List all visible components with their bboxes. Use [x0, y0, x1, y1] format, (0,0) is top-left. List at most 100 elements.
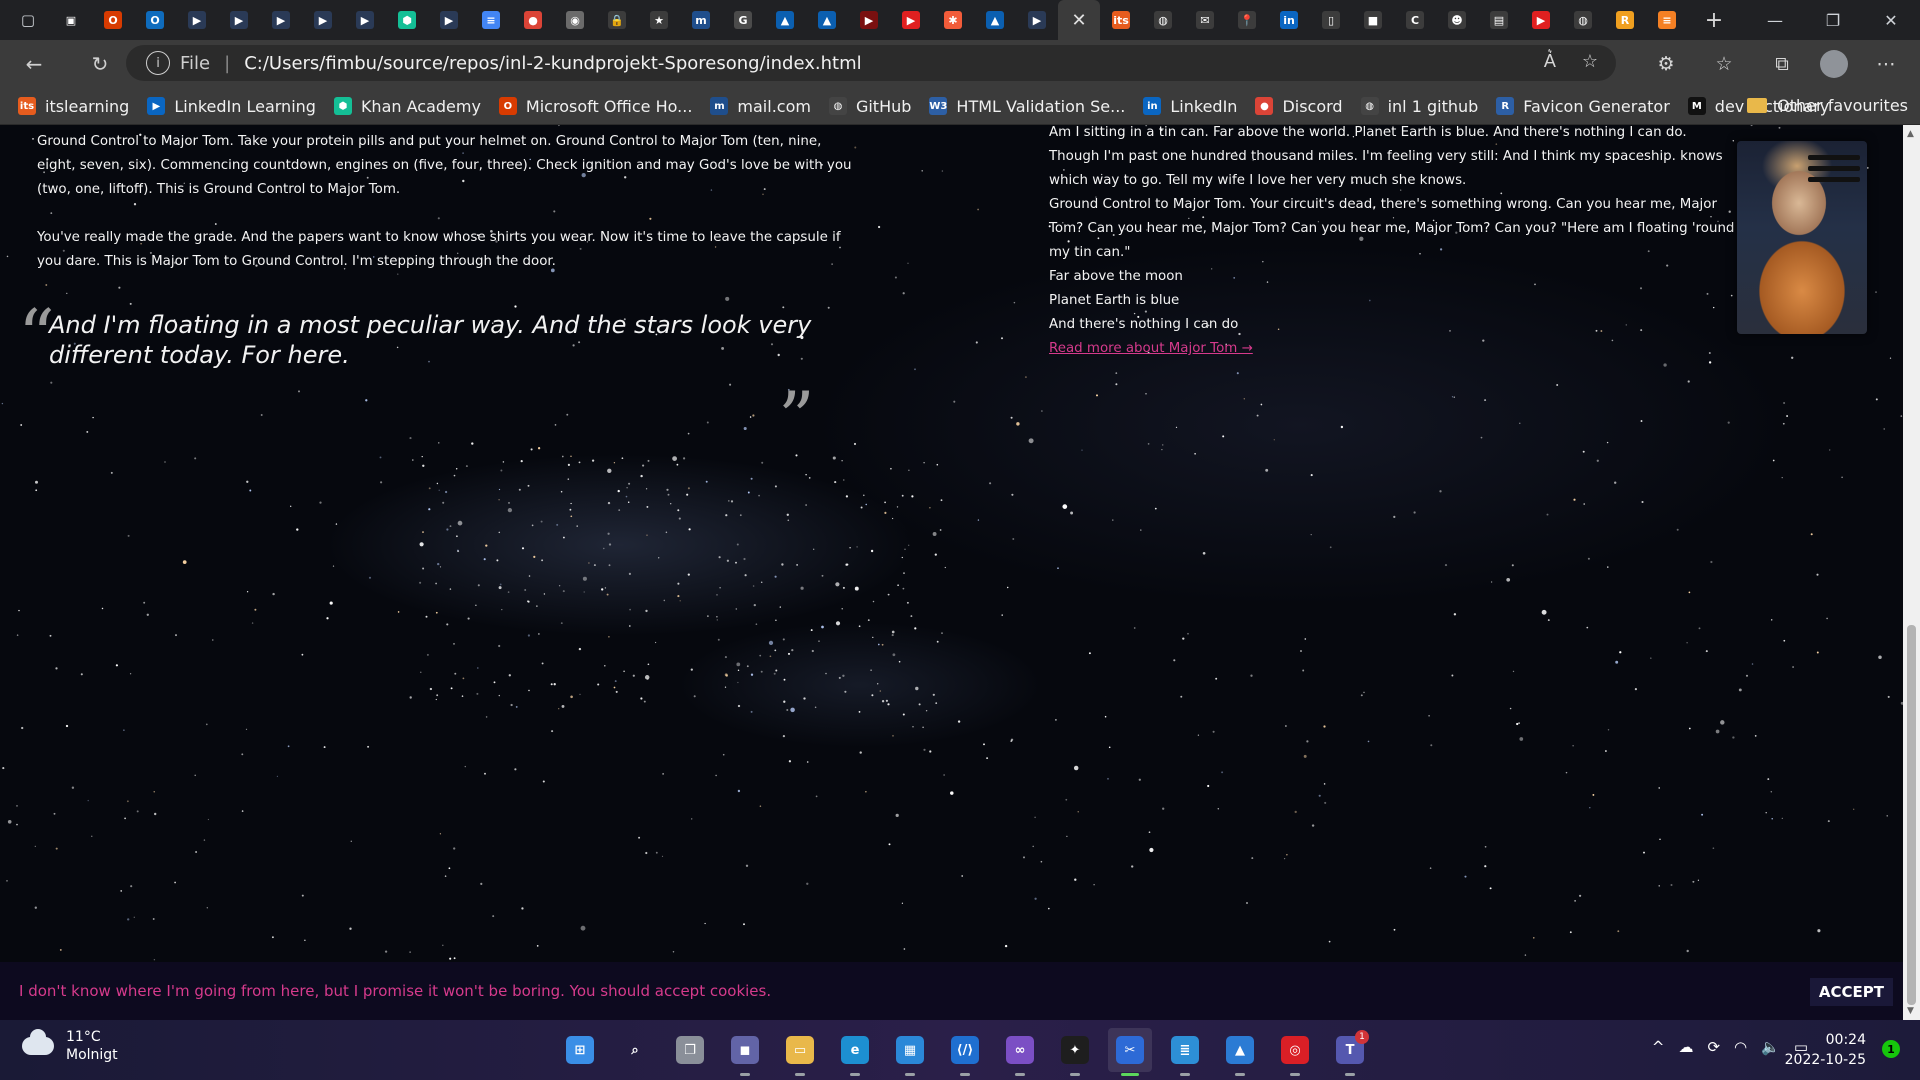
wifi-icon[interactable]: ◠	[1734, 1038, 1747, 1056]
browser-tab[interactable]: O	[134, 0, 176, 40]
weather-widget[interactable]: 11°C Molnigt	[22, 1028, 118, 1064]
browser-tab[interactable]: ▲	[764, 0, 806, 40]
favourite-link[interactable]: O Microsoft Office Ho...	[498, 97, 692, 116]
start-button[interactable]: ⊞	[558, 1028, 602, 1072]
add-favourite-icon[interactable]: ☆	[1582, 51, 1598, 72]
browser-tab[interactable]: ▶	[344, 0, 386, 40]
browser-tab[interactable]: ■	[1352, 0, 1394, 40]
browser-tab[interactable]: ▶	[428, 0, 470, 40]
hamburger-menu-icon[interactable]	[1808, 155, 1868, 188]
browser-tab[interactable]: ▣	[50, 0, 92, 40]
favourite-link[interactable]: ▶ LinkedIn Learning	[147, 97, 316, 116]
address-url[interactable]: C:/Users/fimbu/source/repos/inl-2-kundpr…	[244, 53, 861, 74]
notification-badge[interactable]: 1	[1882, 1040, 1900, 1058]
taskbar-clock[interactable]: 00:24 2022-10-25	[1785, 1030, 1866, 1070]
browser-tab[interactable]: ▤	[1478, 0, 1520, 40]
sync-icon[interactable]: ⟳	[1707, 1038, 1720, 1056]
accept-cookies-button[interactable]: ACCEPT	[1809, 978, 1893, 1006]
favourite-link[interactable]: R Favicon Generator	[1496, 97, 1670, 116]
volume-icon[interactable]: 🔈	[1761, 1038, 1780, 1056]
browser-tab[interactable]: ≡	[470, 0, 512, 40]
store-app[interactable]: ▦	[888, 1028, 932, 1076]
browser-tab[interactable]: ▶	[302, 0, 344, 40]
favourite-link[interactable]: m mail.com	[710, 97, 811, 116]
browser-tab[interactable]: C	[1394, 0, 1436, 40]
close-window-button[interactable]: ✕	[1862, 0, 1920, 40]
read-more-link[interactable]: Read more about Major Tom →	[1049, 337, 1253, 361]
browser-tab[interactable]: its	[1100, 0, 1142, 40]
browser-tab[interactable]: ▶	[890, 0, 932, 40]
scroll-thumb[interactable]	[1907, 625, 1916, 1005]
browser-tab[interactable]: ✉	[1184, 0, 1226, 40]
minimize-button[interactable]: —	[1746, 0, 1804, 40]
teams-chat-app[interactable]: ◼	[723, 1028, 767, 1076]
search-button[interactable]: ⌕	[613, 1028, 657, 1072]
teams-app[interactable]: T1	[1328, 1028, 1372, 1076]
browser-tab[interactable]: ◉	[554, 0, 596, 40]
browser-tab[interactable]: ✕	[1058, 0, 1100, 40]
vscode-insiders-app[interactable]: ⟨/⟩	[943, 1028, 987, 1076]
task-view-button[interactable]: ❐	[668, 1028, 712, 1072]
browser-tab[interactable]: ★	[638, 0, 680, 40]
favourite-link[interactable]: in LinkedIn	[1143, 97, 1237, 116]
browser-tab[interactable]: ▶	[848, 0, 890, 40]
browser-tab[interactable]: ▯	[1310, 0, 1352, 40]
browser-tab[interactable]: ⬢	[386, 0, 428, 40]
figma-app[interactable]: ✦	[1053, 1028, 1097, 1076]
back-button[interactable]: ←	[14, 44, 54, 84]
extensions-icon[interactable]: ⚙	[1646, 44, 1686, 84]
close-icon[interactable]: ✕	[1070, 10, 1088, 31]
browser-tab[interactable]: ▶	[1016, 0, 1058, 40]
favourite-link[interactable]: ◍ inl 1 github	[1360, 97, 1478, 116]
browser-tab[interactable]: ☻	[1436, 0, 1478, 40]
browser-tab[interactable]: ≡	[1646, 0, 1688, 40]
notepad-app[interactable]: ≣	[1163, 1028, 1207, 1076]
browser-tab[interactable]: ▶	[218, 0, 260, 40]
browser-tab[interactable]: 📍	[1226, 0, 1268, 40]
page-scrollbar[interactable]: ▲ ▼	[1903, 125, 1920, 1020]
favourite-link[interactable]: ● Discord	[1255, 97, 1343, 116]
visual-studio-app[interactable]: ∞	[998, 1028, 1042, 1076]
collections-icon[interactable]: ⧉	[1762, 44, 1802, 84]
browser-tab[interactable]: ▲	[806, 0, 848, 40]
tab-actions-button[interactable]: ▢	[14, 6, 42, 34]
browser-tab[interactable]: m	[680, 0, 722, 40]
info-icon[interactable]: i	[146, 51, 170, 75]
browser-tab[interactable]: ◍	[1562, 0, 1604, 40]
star	[1034, 897, 1037, 900]
browser-tab[interactable]: G	[722, 0, 764, 40]
creative-cloud-app[interactable]: ◎	[1273, 1028, 1317, 1076]
favourite-link[interactable]: W3 HTML Validation Se...	[929, 97, 1125, 116]
address-bar[interactable]: i File | C:/Users/fimbu/source/repos/inl…	[126, 45, 1616, 81]
browser-tab[interactable]: in	[1268, 0, 1310, 40]
maximize-button[interactable]: ❐	[1804, 0, 1862, 40]
more-options-icon[interactable]: ⋯	[1866, 44, 1906, 84]
read-aloud-icon[interactable]: A͛	[1544, 51, 1556, 72]
scroll-up-icon[interactable]: ▲	[1907, 129, 1914, 139]
file-explorer-app[interactable]: ▭	[778, 1028, 822, 1076]
chevron-up-icon[interactable]: ^	[1652, 1038, 1665, 1056]
browser-tab[interactable]: O	[92, 0, 134, 40]
other-favourites-folder[interactable]: Other favourites	[1747, 96, 1908, 115]
edge-app[interactable]: e	[833, 1028, 877, 1076]
profile-avatar[interactable]	[1820, 50, 1848, 78]
onedrive-icon[interactable]: ☁	[1678, 1038, 1693, 1056]
browser-tab[interactable]: ✱	[932, 0, 974, 40]
favourite-link[interactable]: its itslearning	[18, 97, 129, 116]
favourite-link[interactable]: ◍ GitHub	[828, 97, 911, 116]
browser-tab[interactable]: ●	[512, 0, 554, 40]
new-tab-button[interactable]: +	[1698, 8, 1730, 33]
snipping-tool-app[interactable]: ✂	[1108, 1028, 1152, 1076]
browser-tab[interactable]: R	[1604, 0, 1646, 40]
browser-tab[interactable]: ▶	[176, 0, 218, 40]
browser-tab[interactable]: ▶	[260, 0, 302, 40]
scroll-down-icon[interactable]: ▼	[1907, 1006, 1914, 1016]
browser-tab[interactable]: 🔒	[596, 0, 638, 40]
browser-tab[interactable]: ▲	[974, 0, 1016, 40]
browser-tab[interactable]: ▶	[1520, 0, 1562, 40]
browser-tab[interactable]: ◍	[1142, 0, 1184, 40]
refresh-button[interactable]: ↻	[80, 44, 120, 84]
photos-app[interactable]: ▲	[1218, 1028, 1262, 1076]
favourite-link[interactable]: ⬢ Khan Academy	[333, 97, 481, 116]
favourites-icon[interactable]: ☆	[1704, 44, 1744, 84]
